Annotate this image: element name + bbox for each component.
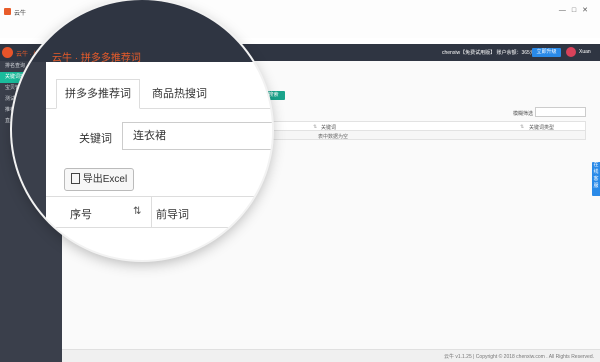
upgrade-button[interactable]: 立即升级 (532, 48, 561, 57)
window-controls[interactable]: —□✕ (559, 6, 594, 14)
app-icon (4, 8, 11, 15)
column-header-keyword-type[interactable]: 关键词类型 (529, 124, 554, 131)
column-divider (151, 197, 152, 227)
document-icon (70, 172, 80, 184)
magnifier-lens: 云牛 · 拼多多推荐词 拼多多推荐词 商品热搜词 关键词 连衣裙 导出Excel… (12, 0, 272, 260)
sort-icon[interactable]: ⇅ (133, 206, 141, 217)
account-info: chenxiw【免费试用版】 账户余额：365元 (442, 50, 535, 56)
sort-icon[interactable]: ⇅ (313, 124, 317, 130)
footer: 云牛 v1.1.25 | Copyright © 2018 chenxiw.co… (62, 349, 600, 362)
export-excel-button[interactable]: 导出Excel (64, 168, 134, 191)
zoomed-brand-title: 云牛 · 拼多多推荐词 (52, 53, 141, 64)
avatar[interactable] (566, 47, 576, 57)
username[interactable]: Xuan (579, 49, 591, 55)
table-row: 表中数据为空 (270, 131, 586, 140)
zoomed-sidebar (12, 62, 46, 260)
table-empty-text: 表中数据为空 (318, 134, 349, 140)
zoomed-navbar (12, 0, 272, 62)
tab-hot-search[interactable]: 商品热搜词 (152, 80, 207, 108)
sort-icon[interactable]: ⇅ (520, 124, 524, 130)
filter-input[interactable] (535, 107, 586, 117)
tab-pdd-recommend[interactable]: 拼多多推荐词 (56, 79, 140, 109)
column-header-index[interactable]: 序号 (70, 206, 92, 222)
column-header-keyword[interactable]: 关键词 (321, 124, 336, 131)
keyword-input[interactable]: 连衣裙 (122, 122, 272, 150)
keyword-label: 关键词 (79, 133, 112, 145)
filter-label: 模糊筛选 (513, 111, 534, 117)
footer-copyright: 云牛 v1.1.25 | Copyright © 2018 chenxiw.co… (443, 354, 594, 360)
zoomed-table-header: 序号 ⇅ 前导词 (46, 196, 272, 228)
export-excel-label: 导出Excel (82, 174, 128, 185)
online-service-tab[interactable]: 在线客服 (592, 162, 600, 196)
column-header-leading-word[interactable]: 前导词 (156, 206, 189, 222)
table-header: ⇅ 关键词 ⇅ 关键词类型 (270, 121, 586, 131)
